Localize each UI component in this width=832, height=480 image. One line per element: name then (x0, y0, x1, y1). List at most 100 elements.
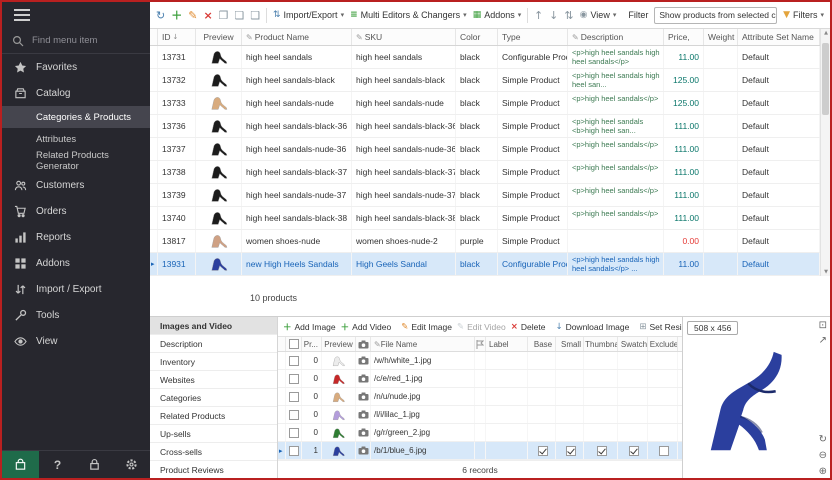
scroll-up-icon[interactable]: ▲ (821, 30, 831, 36)
sidebar-item-reports[interactable]: Reports (2, 224, 150, 250)
menu-search-input[interactable] (30, 34, 130, 47)
row-expander-icon[interactable]: ▸ (150, 253, 158, 275)
sidebar-item-favorites[interactable]: Favorites (2, 54, 150, 80)
row-checkbox[interactable] (286, 370, 302, 387)
delete-image-button[interactable]: ×Delete (511, 322, 546, 332)
image-row-selected[interactable]: ▸ 1 /b/1/blue_6.jpg (278, 442, 682, 460)
column-header-id[interactable]: ID↓ (158, 29, 196, 45)
add-image-button[interactable]: ＋Add Image (283, 321, 336, 333)
duplicate-icon[interactable]: ❑ (250, 10, 260, 21)
swatch-checkbox[interactable] (618, 442, 648, 459)
view-dropdown[interactable]: ◉View▾ (580, 10, 617, 20)
thumbnail-checkbox[interactable] (584, 442, 618, 459)
sidebar-item-view[interactable]: View (2, 328, 150, 354)
tab-cross-sells[interactable]: Cross-sells (150, 443, 277, 461)
sidebar-item-tools[interactable]: Tools (2, 302, 150, 328)
sidebar-item-attributes[interactable]: Attributes (2, 128, 150, 150)
column-header-color[interactable]: Color (456, 29, 498, 45)
row-checkbox[interactable] (286, 442, 302, 459)
row-checkbox[interactable] (286, 388, 302, 405)
edit-image-button[interactable]: ✎Edit Image (401, 322, 452, 332)
help-button[interactable]: ? (39, 451, 76, 479)
lock-button[interactable] (76, 451, 113, 479)
scroll-down-icon[interactable]: ▼ (821, 269, 831, 275)
hamburger-menu-icon[interactable] (2, 2, 150, 28)
paste-icon[interactable]: ❏ (235, 10, 245, 21)
sort-up-icon[interactable]: ↑ (534, 10, 543, 21)
column-header-file-name[interactable]: ✎File Name (371, 337, 475, 351)
addons-dropdown[interactable]: ▦Addons▾ (473, 10, 522, 20)
image-row[interactable]: 0 /n/u/nude.jpg (278, 388, 682, 406)
category-filter-select[interactable]: Show products from selected categories▾ (654, 7, 777, 24)
tab-up-sells[interactable]: Up-sells (150, 425, 277, 443)
sidebar-item-categories-products[interactable]: Categories & Products (2, 106, 150, 128)
column-header-preview[interactable]: Preview (196, 29, 242, 45)
column-header-exclude[interactable]: Exclude (648, 337, 678, 351)
open-external-icon[interactable]: ↗ (819, 336, 827, 346)
table-row-selected[interactable]: ▸13931 new High Heels SandalsHigh Geels … (150, 253, 820, 276)
refresh-icon[interactable]: ↻ (156, 10, 165, 21)
download-image-button[interactable]: ↓Download Image (555, 322, 629, 332)
column-header-label[interactable]: Label (486, 337, 528, 351)
exclude-checkbox[interactable] (648, 442, 678, 459)
edit-product-icon[interactable]: ✎ (188, 10, 197, 21)
scrollbar-thumb[interactable] (822, 43, 829, 115)
column-header-thumbnail[interactable]: Thumbna (584, 337, 618, 351)
copy-icon[interactable]: ❐ (219, 10, 229, 21)
add-video-button[interactable]: ＋Add Video (341, 321, 392, 333)
base-checkbox[interactable] (528, 442, 556, 459)
tab-product-reviews[interactable]: Product Reviews (150, 461, 277, 479)
column-header-base[interactable]: Base (528, 337, 556, 351)
add-product-icon[interactable]: ＋ (171, 10, 182, 21)
filters-dropdown[interactable]: ▼Filters▾ (783, 10, 824, 20)
column-header-preview[interactable]: Preview (322, 337, 356, 351)
select-all-checkbox[interactable] (286, 337, 302, 351)
table-row[interactable]: 13731 high heel sandalshigh heel sandals… (150, 46, 820, 69)
table-row[interactable]: 13733 high heel sandals-nudehigh heel sa… (150, 92, 820, 115)
sidebar-item-addons[interactable]: Addons (2, 250, 150, 276)
sort-down-icon[interactable]: ↓ (549, 10, 558, 21)
column-header-description[interactable]: ✎Description (568, 29, 664, 45)
table-row[interactable]: 13739 high heel sandals-nude-37high heel… (150, 184, 820, 207)
product-photo[interactable] (697, 343, 815, 471)
image-row[interactable]: 0 /l/i/lilac_1.jpg (278, 406, 682, 424)
sidebar-search[interactable] (2, 28, 150, 54)
zoom-out-icon[interactable]: ⊖ (819, 451, 827, 461)
image-row[interactable]: 0 /g/r/green_2.jpg (278, 424, 682, 442)
import-export-dropdown[interactable]: ⇅Import/Export▾ (273, 10, 344, 20)
tab-description[interactable]: Description (150, 335, 277, 353)
tab-related-products[interactable]: Related Products (150, 407, 277, 425)
image-row[interactable]: 0 /w/h/white_1.jpg (278, 352, 682, 370)
grid-scrollbar[interactable]: ▲ ▼ (820, 29, 830, 276)
sidebar-item-catalog[interactable]: Catalog (2, 80, 150, 106)
fullscreen-icon[interactable]: ⊡ (819, 321, 827, 331)
sidebar-item-import-export[interactable]: Import / Export (2, 276, 150, 302)
column-header-price[interactable]: Price, (664, 29, 704, 45)
table-row[interactable]: 13817 women shoes-nudewomen shoes-nude-2… (150, 230, 820, 253)
table-row[interactable]: 13736 high heel sandals-black-36high hee… (150, 115, 820, 138)
sidebar-item-customers[interactable]: Customers (2, 172, 150, 198)
sidebar-item-related-products-generator[interactable]: Related Products Generator (2, 150, 150, 172)
column-header-sku[interactable]: ✎SKU (352, 29, 456, 45)
column-header-type[interactable]: Type (498, 29, 568, 45)
image-row[interactable]: 0 /c/e/red_1.jpg (278, 370, 682, 388)
row-expander-icon[interactable]: ▸ (278, 442, 286, 459)
sidebar-item-orders[interactable]: Orders (2, 198, 150, 224)
table-row[interactable]: 13740 high heel sandals-black-38high hee… (150, 207, 820, 230)
tab-inventory[interactable]: Inventory (150, 353, 277, 371)
reorder-icon[interactable]: ⇅ (564, 10, 573, 21)
delete-product-icon[interactable]: × (203, 10, 212, 21)
settings-button[interactable] (113, 451, 150, 479)
row-checkbox[interactable] (286, 352, 302, 369)
zoom-in-icon[interactable]: ⊕ (819, 467, 827, 477)
table-row[interactable]: 13737 high heel sandals-nude-36high heel… (150, 138, 820, 161)
column-header-position[interactable]: Pr... (302, 337, 322, 351)
tab-images-and-video[interactable]: Images and Video (150, 317, 277, 335)
row-checkbox[interactable] (286, 424, 302, 441)
table-row[interactable]: 13738 high heel sandals-black-37high hee… (150, 161, 820, 184)
column-header-small[interactable]: Small (556, 337, 584, 351)
tab-categories[interactable]: Categories (150, 389, 277, 407)
column-header-weight[interactable]: Weight (704, 29, 738, 45)
tab-websites[interactable]: Websites (150, 371, 277, 389)
table-row[interactable]: 13732 high heel sandals-blackhigh heel s… (150, 69, 820, 92)
